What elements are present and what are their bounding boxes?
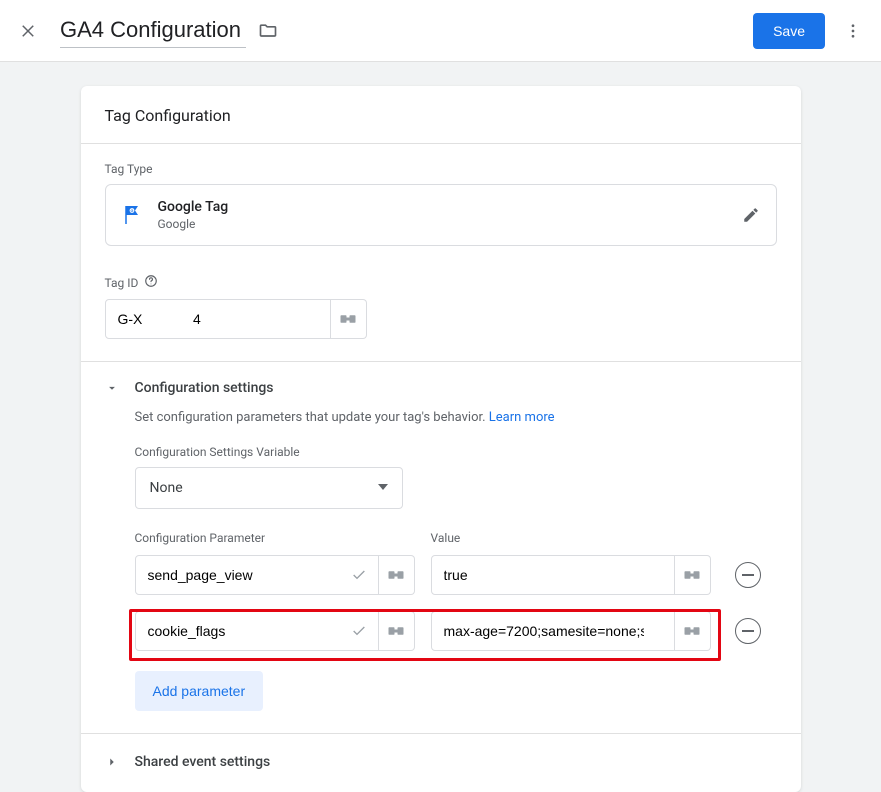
tag-type-vendor: Google — [158, 217, 229, 231]
tag-id-label-text: Tag ID — [105, 276, 139, 290]
param-grid: Configuration Parameter Value — [135, 531, 777, 711]
minus-icon — [742, 630, 754, 632]
workspace: Tag Configuration Tag Type G Google Tag … — [0, 62, 881, 792]
config-settings-title: Configuration settings — [135, 380, 274, 396]
config-settings-header[interactable]: Configuration settings — [105, 380, 777, 396]
remove-row-button[interactable] — [735, 562, 761, 588]
variable-picker-icon[interactable] — [675, 555, 711, 595]
tag-type-text: Google Tag Google — [158, 199, 229, 231]
config-desc-text: Set configuration parameters that update… — [135, 410, 489, 425]
param-value-input[interactable] — [431, 555, 675, 595]
close-icon[interactable] — [16, 19, 40, 43]
chevron-down-icon — [105, 381, 119, 395]
help-icon[interactable] — [144, 274, 158, 291]
param-row — [135, 555, 777, 595]
panel-title: Tag Configuration — [81, 86, 801, 143]
chevron-down-icon — [378, 480, 388, 496]
variable-picker-icon[interactable] — [331, 299, 367, 339]
minus-icon — [742, 574, 754, 576]
shared-event-header[interactable]: Shared event settings — [81, 734, 801, 792]
google-tag-icon: G — [122, 204, 142, 226]
config-var-label: Configuration Settings Variable — [135, 445, 777, 459]
tag-id-label: Tag ID — [105, 274, 777, 291]
more-icon[interactable] — [841, 19, 865, 43]
param-value-input[interactable] — [431, 611, 675, 651]
variable-picker-icon[interactable] — [675, 611, 711, 651]
value-header: Value — [431, 531, 711, 545]
add-parameter-button[interactable]: Add parameter — [135, 671, 264, 711]
variable-picker-icon[interactable] — [379, 611, 415, 651]
param-row — [135, 611, 777, 651]
tag-name-input[interactable] — [60, 13, 246, 48]
config-settings-section: Configuration settings Set configuration… — [81, 362, 801, 733]
tag-id-input[interactable] — [105, 299, 331, 339]
tag-type-name: Google Tag — [158, 199, 229, 215]
config-var-value: None — [150, 480, 183, 496]
remove-row-button[interactable] — [735, 618, 761, 644]
config-settings-desc: Set configuration parameters that update… — [135, 410, 777, 425]
svg-text:G: G — [130, 209, 133, 213]
tag-type-label: Tag Type — [105, 162, 777, 176]
param-header: Configuration Parameter — [135, 531, 415, 545]
edit-icon[interactable] — [742, 206, 760, 224]
variable-picker-icon[interactable] — [379, 555, 415, 595]
learn-more-link[interactable]: Learn more — [489, 410, 555, 425]
save-button[interactable]: Save — [753, 13, 825, 49]
config-var-dropdown[interactable]: None — [135, 467, 403, 509]
tag-type-card[interactable]: G Google Tag Google — [105, 184, 777, 246]
param-name-input[interactable] — [135, 555, 379, 595]
tag-config-panel: Tag Configuration Tag Type G Google Tag … — [81, 86, 801, 792]
folder-icon[interactable] — [258, 21, 278, 41]
param-name-input[interactable] — [135, 611, 379, 651]
top-bar: Save — [0, 0, 881, 62]
tag-type-section: Tag Type G Google Tag Google — [81, 144, 801, 268]
chevron-right-icon — [105, 755, 119, 769]
tag-id-section: Tag ID — [81, 268, 801, 361]
